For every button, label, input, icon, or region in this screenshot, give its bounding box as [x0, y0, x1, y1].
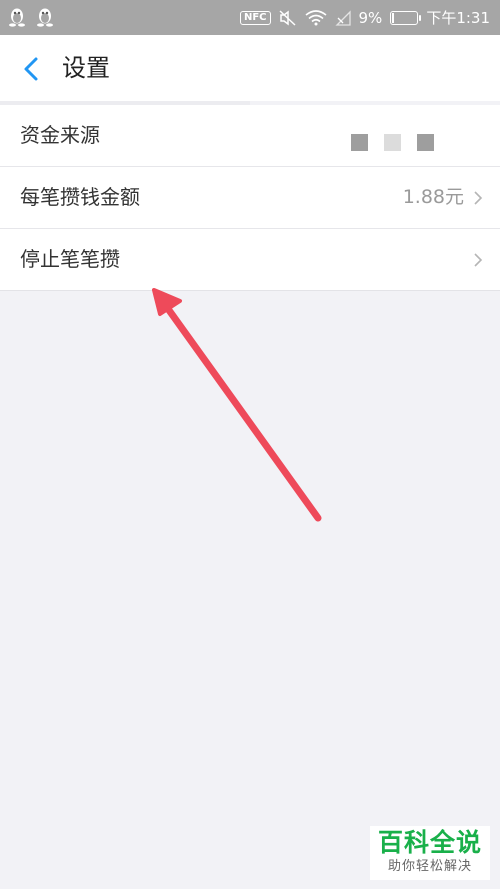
settings-list: 资金来源 每笔攒钱金额 1.88元 停止笔笔攒 — [0, 105, 500, 291]
watermark-subtitle: 助你轻松解决 — [387, 859, 472, 874]
row-label: 停止笔笔攒 — [20, 247, 120, 271]
nfc-indicator: NFC — [239, 10, 271, 25]
status-bar-left — [8, 7, 54, 27]
mask-square — [351, 134, 368, 151]
page-title: 设置 — [62, 54, 110, 82]
chevron-left-icon — [24, 57, 38, 81]
penguin-app-icon — [9, 8, 25, 27]
settings-row-funding-source[interactable]: 资金来源 — [0, 105, 500, 167]
back-button[interactable] — [16, 53, 48, 85]
battery-percent: 9% — [358, 8, 383, 27]
chevron-right-icon — [474, 253, 483, 267]
chevron-right-icon — [474, 191, 483, 205]
battery-fill — [392, 12, 395, 23]
settings-row-amount[interactable]: 每笔攒钱金额 1.88元 — [0, 167, 500, 229]
watermark-logo: 百科全说 助你轻松解决 — [370, 826, 490, 880]
wifi-icon — [305, 9, 327, 25]
mask-square — [417, 134, 434, 151]
row-label: 资金来源 — [20, 123, 100, 147]
mute-icon — [279, 9, 296, 26]
header: 设置 — [0, 35, 500, 101]
status-bar: NFC 9% 下午1:31 — [0, 0, 500, 35]
status-bar-right: NFC 9% 下午1:31 — [239, 0, 490, 35]
masked-value — [351, 134, 434, 151]
battery-icon — [390, 10, 422, 25]
penguin-app-icon — [37, 8, 53, 27]
settings-row-stop[interactable]: 停止笔笔攒 — [0, 229, 500, 291]
row-label: 每笔攒钱金额 — [20, 185, 140, 209]
no-signal-icon — [334, 9, 351, 26]
mask-square — [384, 134, 401, 151]
watermark-title: 百科全说 — [377, 828, 482, 857]
row-value: 1.88元 — [402, 186, 464, 208]
clock: 下午1:31 — [426, 9, 490, 27]
